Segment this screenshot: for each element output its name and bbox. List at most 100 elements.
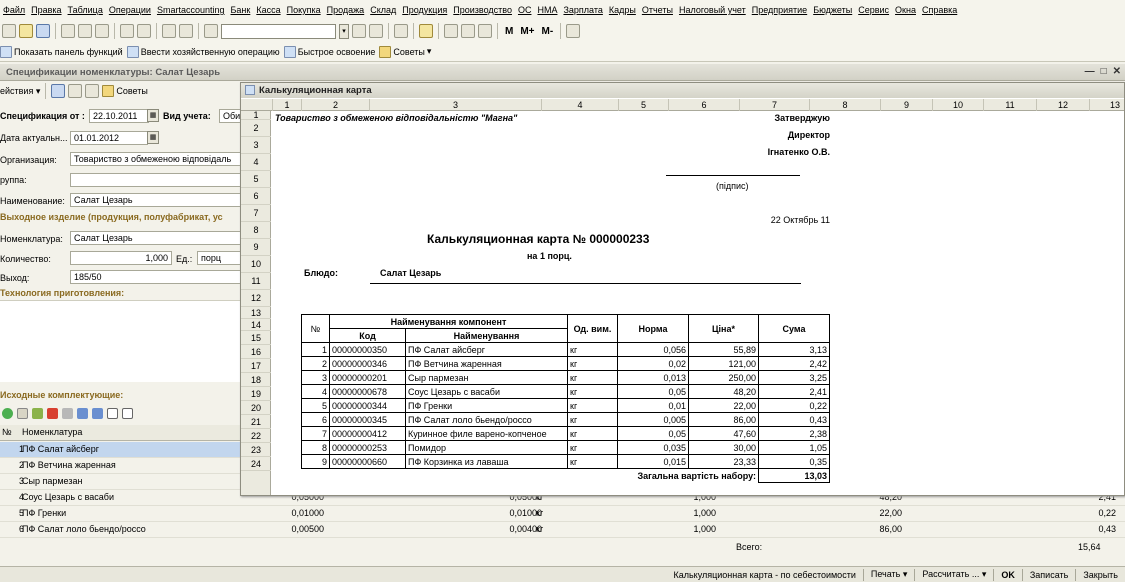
nom-field[interactable]: Салат Цезарь	[70, 231, 241, 245]
cut-icon[interactable]	[61, 24, 75, 38]
find-prev-icon[interactable]	[369, 24, 383, 38]
pin-icon[interactable]	[566, 24, 581, 38]
row-number[interactable]: 22	[241, 429, 271, 443]
menu-item[interactable]: Smartaccounting	[154, 5, 228, 15]
save-button[interactable]: Записать	[1027, 570, 1071, 580]
column-number[interactable]: 8	[809, 99, 880, 111]
row-number[interactable]: 16	[241, 345, 271, 359]
tech-textarea[interactable]	[0, 300, 240, 382]
column-number[interactable]: 3	[369, 99, 541, 111]
minimize-icon[interactable]: —	[1085, 66, 1095, 77]
calendar-icon[interactable]	[478, 24, 492, 38]
memory-minus-button[interactable]: M-	[540, 26, 556, 37]
memory-plus-button[interactable]: M+	[518, 26, 536, 37]
sort-asc-icon[interactable]	[107, 407, 118, 419]
row-number[interactable]: 11	[241, 273, 271, 290]
view-field[interactable]: Оби	[219, 109, 241, 123]
print-preview-icon[interactable]	[137, 24, 151, 38]
calculate-button[interactable]: Рассчитать ... ▾	[919, 569, 989, 580]
menu-item[interactable]: Справка	[919, 5, 960, 15]
list-item[interactable]: 6 ПФ Салат лоло бьендо/россо 0,00500 0,0040…	[0, 522, 1125, 538]
calendar-icon[interactable]: ▦	[147, 109, 159, 122]
column-number[interactable]: 13	[1089, 99, 1125, 111]
undo-icon[interactable]	[162, 24, 176, 38]
column-number[interactable]: 12	[1036, 99, 1089, 111]
refresh-icon[interactable]	[68, 84, 83, 98]
calculator-icon[interactable]	[461, 24, 475, 38]
quick-start-button[interactable]: Быстрое освоение	[283, 45, 375, 58]
memory-button[interactable]: M	[503, 26, 515, 37]
edit-icon[interactable]	[32, 407, 43, 419]
spec-date-field[interactable]: 22.10.2011	[89, 109, 149, 123]
search-input[interactable]	[221, 23, 336, 39]
menu-item[interactable]: Сервис	[855, 5, 892, 15]
qty-field[interactable]: 1,000	[70, 251, 172, 265]
info-icon[interactable]	[419, 24, 433, 38]
row-number[interactable]: 4	[241, 154, 271, 171]
actions-menu[interactable]: ействия ▾	[0, 86, 40, 97]
new-document-icon[interactable]	[2, 24, 16, 38]
show-panel-button[interactable]: Показать панель функций	[0, 45, 123, 58]
open-folder-icon[interactable]	[19, 24, 33, 38]
column-number[interactable]: 10	[932, 99, 983, 111]
paste-icon[interactable]	[95, 24, 109, 38]
row-number[interactable]: 7	[241, 205, 271, 222]
menu-item[interactable]: Окна	[892, 5, 919, 15]
structure-icon[interactable]	[85, 84, 100, 98]
menu-item[interactable]: ОС	[515, 5, 535, 15]
menu-item[interactable]: Таблица	[65, 5, 106, 15]
menu-item[interactable]: Файл	[0, 5, 28, 15]
row-number[interactable]: 21	[241, 415, 271, 429]
row-number[interactable]: 17	[241, 359, 271, 373]
window-icon[interactable]	[394, 24, 408, 38]
column-number[interactable]: 11	[983, 99, 1036, 111]
row-number[interactable]: 12	[241, 290, 271, 307]
name-field[interactable]: Салат Цезарь	[70, 193, 241, 207]
menu-item[interactable]: Склад	[367, 5, 399, 15]
row-number[interactable]: 1	[241, 111, 271, 120]
row-number[interactable]: 14	[241, 319, 271, 331]
delete-icon[interactable]	[47, 407, 58, 419]
add-icon[interactable]	[2, 407, 13, 419]
save-small-icon[interactable]	[51, 84, 66, 98]
calc-mode-button[interactable]: Калькуляционная карта - по себестоимости	[670, 570, 858, 580]
menu-item[interactable]: Производство	[450, 5, 515, 15]
row-number[interactable]: 8	[241, 222, 271, 239]
close-button[interactable]: Закрыть	[1080, 570, 1121, 580]
copy-icon[interactable]	[78, 24, 92, 38]
menu-item[interactable]: Правка	[28, 5, 64, 15]
row-number[interactable]: 2	[241, 120, 271, 137]
find-next-icon[interactable]	[352, 24, 366, 38]
row-number[interactable]: 19	[241, 387, 271, 401]
menu-item[interactable]: Касса	[253, 5, 283, 15]
group-field[interactable]	[70, 173, 241, 187]
row-number[interactable]: 5	[241, 171, 271, 188]
column-number[interactable]: 1	[272, 99, 301, 111]
redo-icon[interactable]	[179, 24, 193, 38]
column-number[interactable]: 9	[880, 99, 932, 111]
menu-item[interactable]: Предприятие	[749, 5, 810, 15]
menu-item[interactable]: Отчеты	[639, 5, 676, 15]
menu-item[interactable]: НМА	[534, 5, 560, 15]
tips-button[interactable]: Советы ▾	[379, 45, 431, 58]
menu-item[interactable]: Продукция	[399, 5, 450, 15]
menu-item[interactable]: Зарплата	[560, 5, 605, 15]
row-number[interactable]: 9	[241, 239, 271, 256]
end-edit-icon[interactable]	[62, 407, 73, 419]
spreadsheet-area[interactable]: Товариство з обмеженою відповідальністю …	[272, 111, 1124, 495]
column-number[interactable]: 6	[668, 99, 739, 111]
row-number[interactable]: 13	[241, 307, 271, 319]
menu-item[interactable]: Покупка	[284, 5, 324, 15]
row-number[interactable]: 18	[241, 373, 271, 387]
row-number[interactable]: 10	[241, 256, 271, 273]
sort-desc-icon[interactable]	[122, 407, 133, 419]
search-dropdown[interactable]: ▾	[339, 23, 349, 39]
menu-item[interactable]: Продажа	[324, 5, 368, 15]
enter-operation-button[interactable]: Ввести хозяйственную операцию	[126, 45, 280, 58]
move-down-icon[interactable]	[92, 407, 103, 419]
list-item[interactable]: 5 ПФ Гренки 0,01000 0,01000 кг 1,000 22,00 0,22	[0, 506, 1125, 522]
org-field[interactable]: Товариство з обмеженою відповідаль	[70, 152, 241, 166]
column-number[interactable]: 5	[618, 99, 668, 111]
row-number[interactable]: 24	[241, 457, 271, 471]
menu-item[interactable]: Кадры	[606, 5, 639, 15]
